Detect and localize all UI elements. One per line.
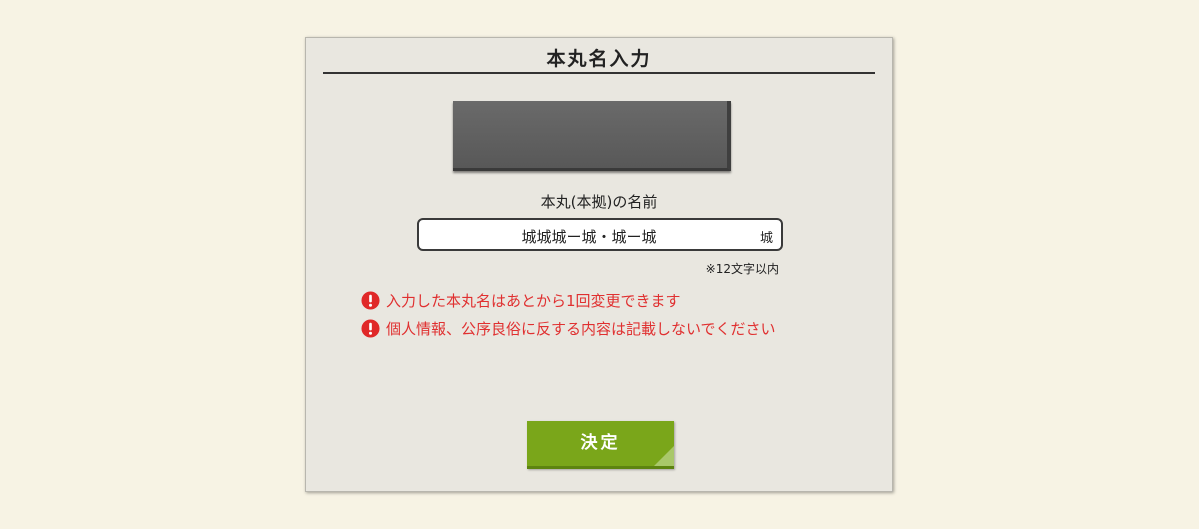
button-corner-decoration	[654, 446, 674, 466]
confirm-button[interactable]: 決定	[527, 421, 674, 469]
confirm-button-label: 決定	[580, 433, 621, 453]
warning-text: 入力した本丸名はあとから1回変更できます	[386, 292, 681, 310]
warning-message: 個人情報、公序良俗に反する内容は記載しないでください	[361, 318, 776, 339]
name-plate-preview	[453, 101, 731, 171]
title-divider	[323, 72, 875, 74]
field-label: 本丸(本拠)の名前	[540, 193, 658, 211]
exclamation-circle-icon	[361, 319, 380, 338]
dialog-title: 本丸名入力	[546, 48, 652, 70]
castle-name-input[interactable]: 城城城ー城・城ー城 城	[417, 218, 783, 251]
warning-text: 個人情報、公序良俗に反する内容は記載しないでください	[386, 320, 776, 338]
char-limit-note: ※12文字以内	[705, 262, 779, 276]
castle-name-value: 城城城ー城・城ー城	[521, 228, 657, 246]
castle-name-dialog: 本丸名入力 本丸(本拠)の名前 城城城ー城・城ー城 城 ※12文字以内 入力した…	[305, 37, 893, 492]
exclamation-circle-icon	[361, 291, 380, 310]
castle-name-suffix: 城	[759, 231, 773, 246]
warning-message: 入力した本丸名はあとから1回変更できます	[361, 290, 681, 311]
